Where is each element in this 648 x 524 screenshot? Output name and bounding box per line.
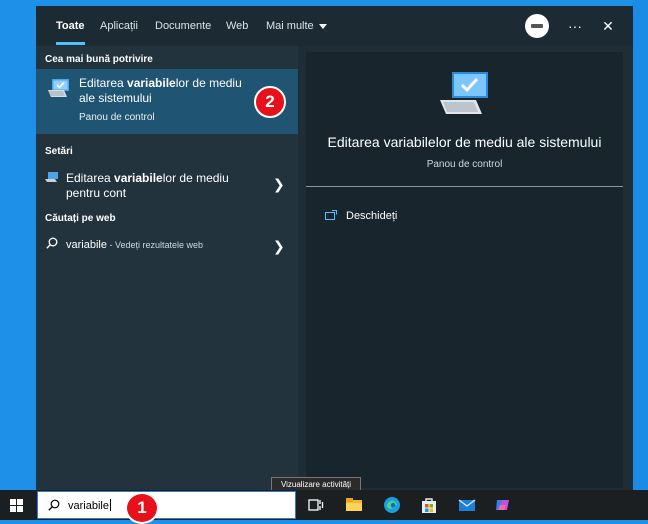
taskbar: variabile 1 — [0, 490, 648, 524]
step-2-badge: 2 — [254, 86, 286, 118]
best-match-result[interactable]: Editarea variabilelor de mediu ale siste… — [36, 69, 298, 134]
chevron-down-icon — [318, 23, 327, 29]
settings-result-pre: Editarea — [66, 171, 115, 185]
search-input[interactable]: variabile — [68, 499, 111, 512]
best-match-heading: Cea mai bună potrivire — [45, 54, 153, 65]
file-explorer-icon[interactable] — [345, 496, 363, 514]
system-properties-icon — [440, 72, 488, 114]
avatar[interactable] — [525, 14, 549, 38]
open-label: Deschideți — [346, 210, 398, 222]
divider — [306, 186, 623, 187]
step-1-badge: 1 — [125, 492, 159, 524]
system-properties-icon — [48, 79, 69, 97]
web-search-text: variabile - Vedeți rezultatele web — [66, 238, 203, 253]
copilot-icon[interactable] — [494, 496, 512, 514]
web-search-query: variabile — [66, 239, 107, 251]
detail-subtitle: Panou de control — [426, 159, 503, 170]
more-options-button[interactable]: ··· — [565, 16, 585, 36]
text-cursor — [109, 499, 111, 511]
tab-more-label: Mai multe — [266, 20, 314, 32]
start-icon[interactable] — [10, 499, 23, 512]
system-properties-icon — [45, 172, 58, 182]
search-window: Toate Aplicații Documente Web Mai multe … — [36, 6, 633, 490]
detail-title: Editarea variabilelor de mediu ale siste… — [327, 134, 602, 150]
best-match-title-pre: Editarea — [79, 76, 128, 90]
tab-all[interactable]: Toate — [56, 6, 85, 46]
settings-result-bold: variabile — [114, 171, 163, 185]
chevron-right-icon: ❯ — [273, 238, 285, 254]
results-pane: Cea mai bună potrivire Editarea variabil… — [36, 46, 298, 490]
best-match-subtitle: Panou de control — [79, 112, 155, 123]
mail-icon[interactable] — [458, 496, 476, 514]
search-input-value: variabile — [68, 500, 109, 512]
tab-apps[interactable]: Aplicații — [100, 6, 138, 46]
web-search-heading: Căutați pe web — [45, 213, 116, 224]
tab-more[interactable]: Mai multe — [266, 6, 327, 46]
best-match-title: Editarea variabilelor de mediu ale siste… — [79, 76, 259, 106]
task-view-icon[interactable] — [307, 496, 325, 514]
edge-icon[interactable] — [383, 496, 401, 514]
search-top-bar: Toate Aplicații Documente Web Mai multe … — [36, 6, 633, 46]
search-icon — [46, 237, 58, 249]
web-search-suffix: - Vedeți rezultatele web — [106, 240, 204, 250]
settings-result-title: Editarea variabilelor de mediu pentru co… — [66, 171, 266, 201]
search-icon — [48, 499, 60, 511]
chevron-right-icon: ❯ — [273, 176, 285, 192]
best-match-title-bold: variabile — [127, 76, 176, 90]
open-icon — [325, 210, 337, 220]
tab-web[interactable]: Web — [226, 6, 248, 46]
store-icon[interactable] — [420, 496, 438, 514]
settings-heading: Setări — [45, 146, 73, 157]
taskbar-search-box[interactable]: variabile 1 — [37, 491, 296, 524]
close-button[interactable]: ✕ — [598, 16, 618, 36]
detail-pane: Editarea variabilelor de mediu ale siste… — [306, 52, 623, 488]
tab-documents[interactable]: Documente — [155, 6, 211, 46]
desktop-background — [632, 0, 648, 490]
